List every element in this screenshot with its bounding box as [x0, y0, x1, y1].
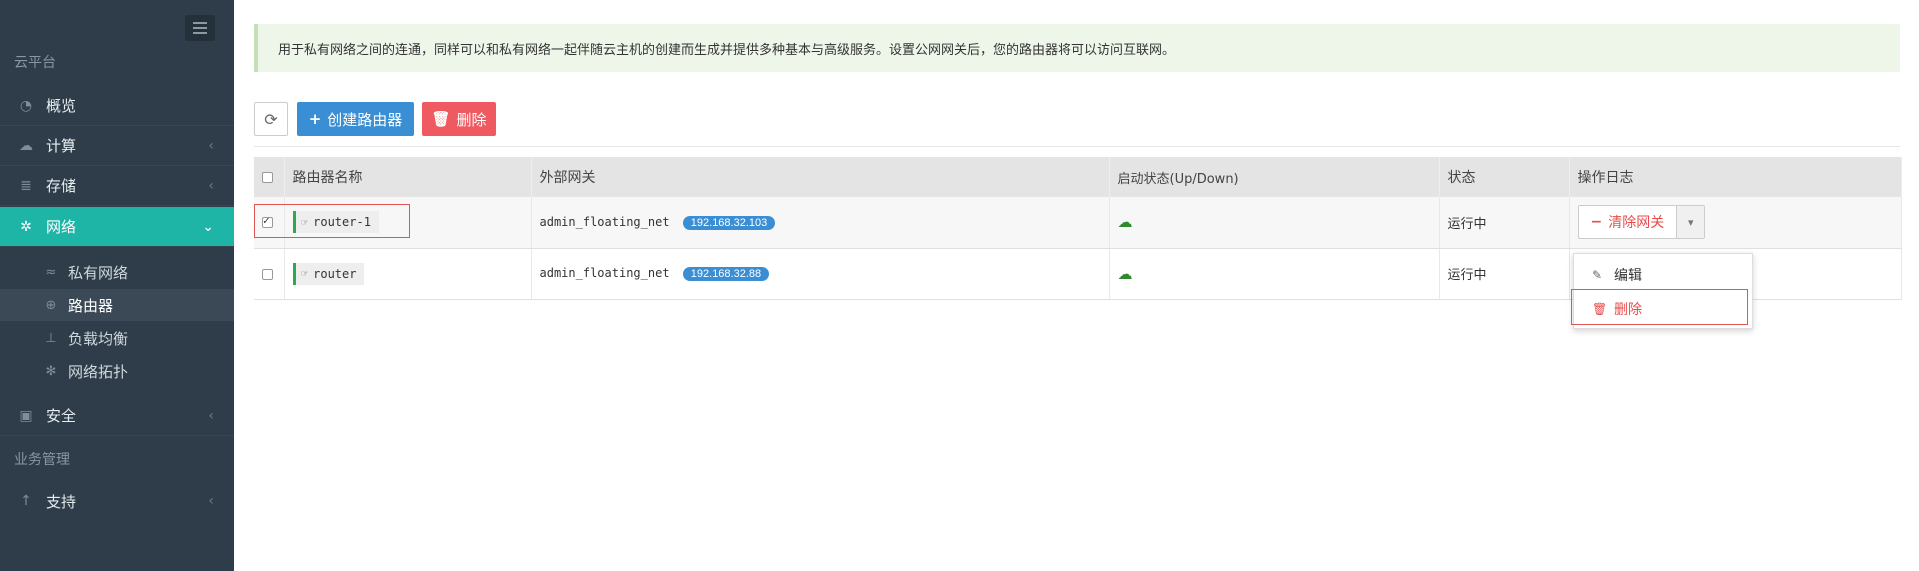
delete-label: 删除	[456, 110, 487, 129]
admin-state-cell: ☁	[1109, 197, 1440, 249]
refresh-icon: ⟳	[264, 109, 278, 129]
admin-state-cell: ☁	[1109, 248, 1440, 300]
header-admin-state[interactable]: 启动状态(Up/Down)	[1109, 157, 1440, 197]
header-status[interactable]: 状态	[1439, 157, 1570, 197]
plus-icon: +	[308, 110, 322, 128]
notice-text: 用于私有网络之间的连通，同样可以和私有网络一起伴随云主机的创建而生成并提供多种基…	[278, 42, 1176, 58]
sidebar-item-label: 概览	[46, 97, 77, 115]
chevron-left-icon: ‹	[208, 493, 214, 509]
header-action-log: 操作日志	[1569, 157, 1902, 197]
minus-icon: −	[1590, 214, 1603, 231]
chevron-left-icon: ‹	[208, 177, 214, 194]
briefcase-icon: ▣	[19, 407, 33, 424]
database-icon: ≣	[20, 177, 32, 194]
info-notice: 用于私有网络之间的连通，同样可以和私有网络一起伴随云主机的创建而生成并提供多种基…	[254, 24, 1900, 72]
table-header-row: 路由器名称 外部网关 启动状态(Up/Down) 状态 操作日志	[254, 157, 1902, 197]
sidebar-item-support[interactable]: ↑ 支持 ‹	[0, 481, 234, 521]
row-select-cell	[254, 248, 285, 300]
sidebar-item-overview[interactable]: ◔ 概览	[0, 86, 234, 126]
globe-icon: ⊕	[45, 297, 57, 313]
clear-gateway-button[interactable]: − 清除网关	[1579, 206, 1677, 238]
sidebar-item-compute[interactable]: ☁ 计算 ‹	[0, 126, 234, 166]
status-cell: 运行中	[1439, 248, 1570, 300]
sidebar-sub-label: 路由器	[68, 296, 114, 315]
sidebar-sub-topology[interactable]: ✻ 网络拓扑	[0, 355, 234, 387]
menu-edit-label: 编辑	[1614, 268, 1642, 284]
chevron-left-icon: ‹	[208, 407, 214, 424]
rss-icon: ≈	[45, 264, 57, 280]
sidebar-sub-router[interactable]: ⊕ 路由器	[0, 289, 234, 321]
status-text: 运行中	[1447, 268, 1487, 283]
sidebar-item-label: 安全	[46, 407, 77, 425]
cloud-upload-icon: ☁	[1117, 213, 1133, 232]
cloud-upload-icon: ☁	[1117, 264, 1133, 283]
sidebar-sub-private-network[interactable]: ≈ 私有网络	[0, 256, 234, 288]
sidebar: 云平台 ◔ 概览 ☁ 计算 ‹ ≣ 存储 ‹ ✲ 网络 ⌄ ≈ 私有网络 ⊕ 路…	[0, 0, 234, 571]
gateway-name: admin_floating_net	[539, 266, 670, 280]
sidebar-sub-load-balancer[interactable]: ⊥ 负载均衡	[0, 322, 234, 354]
network-icon: ✲	[20, 218, 32, 235]
cloud-icon: ☁	[19, 137, 33, 154]
sidebar-item-storage[interactable]: ≣ 存储 ‹	[0, 166, 234, 206]
status-text: 运行中	[1447, 216, 1487, 232]
ip-badge: 192.168.32.103	[682, 215, 776, 230]
sidebar-item-network[interactable]: ✲ 网络 ⌄	[0, 207, 234, 247]
pin-icon: ↑	[20, 493, 32, 509]
trash-icon: 🗑	[431, 110, 451, 128]
sidebar-sub-label: 网络拓扑	[68, 362, 129, 381]
caret-down-icon: ▾	[1687, 215, 1694, 229]
row-checkbox[interactable]	[262, 268, 273, 280]
delete-button[interactable]: 🗑 删除	[422, 102, 496, 136]
refresh-button[interactable]: ⟳	[254, 102, 288, 136]
gateway-cell: admin_floating_net 192.168.32.103	[531, 197, 1110, 249]
edit-icon: ✎	[1592, 268, 1603, 282]
sidebar-section-business: 业务管理	[14, 452, 70, 468]
dashboard-icon: ◔	[19, 97, 33, 114]
sidebar-item-label: 支持	[46, 492, 77, 511]
topology-icon: ✻	[45, 363, 57, 379]
gateway-name: admin_floating_net	[539, 214, 670, 229]
delete-highlight	[1571, 289, 1748, 325]
sitemap-icon: ⊥	[45, 330, 57, 346]
menu-item-edit[interactable]: ✎ 编辑	[1574, 258, 1754, 292]
dropdown-toggle-button[interactable]: ▾	[1676, 206, 1705, 239]
hand-pointer-icon: ☞	[301, 267, 309, 280]
selection-highlight	[254, 204, 410, 238]
action-cell: − 清除网关 ▾	[1569, 197, 1902, 249]
select-all-checkbox[interactable]	[262, 171, 273, 183]
status-cell: 运行中	[1439, 197, 1570, 249]
router-name-link[interactable]: ☞ router	[292, 262, 365, 285]
sidebar-item-label: 计算	[46, 137, 77, 155]
sidebar-section-cloud: 云平台	[14, 55, 56, 71]
select-all-cell	[254, 157, 285, 197]
ip-badge: 192.168.32.88	[682, 267, 770, 281]
router-name-cell: ☞ router	[284, 248, 532, 300]
sidebar-item-security[interactable]: ▣ 安全 ‹	[0, 396, 234, 436]
chevron-down-icon: ⌄	[202, 218, 214, 235]
clear-gateway-label: 清除网关	[1608, 215, 1665, 232]
sidebar-sub-label: 负载均衡	[68, 329, 129, 348]
chevron-left-icon: ‹	[208, 137, 214, 154]
menu-toggle-icon[interactable]	[185, 15, 215, 41]
header-external-gateway[interactable]: 外部网关	[531, 157, 1110, 197]
table-row[interactable]: ☞ router-1 admin_floating_net 192.168.32…	[254, 197, 1902, 249]
sidebar-item-label: 存储	[46, 177, 77, 195]
sidebar-sub-label: 私有网络	[68, 263, 129, 282]
create-router-label: 创建路由器	[327, 110, 403, 129]
sidebar-item-label: 网络	[46, 218, 77, 236]
action-button-group: − 清除网关 ▾	[1577, 205, 1706, 240]
divider	[254, 146, 1900, 147]
router-name: router	[313, 266, 357, 281]
create-router-button[interactable]: + 创建路由器	[297, 102, 414, 136]
header-router-name[interactable]: 路由器名称	[284, 157, 532, 197]
gateway-cell: admin_floating_net 192.168.32.88	[531, 248, 1110, 300]
